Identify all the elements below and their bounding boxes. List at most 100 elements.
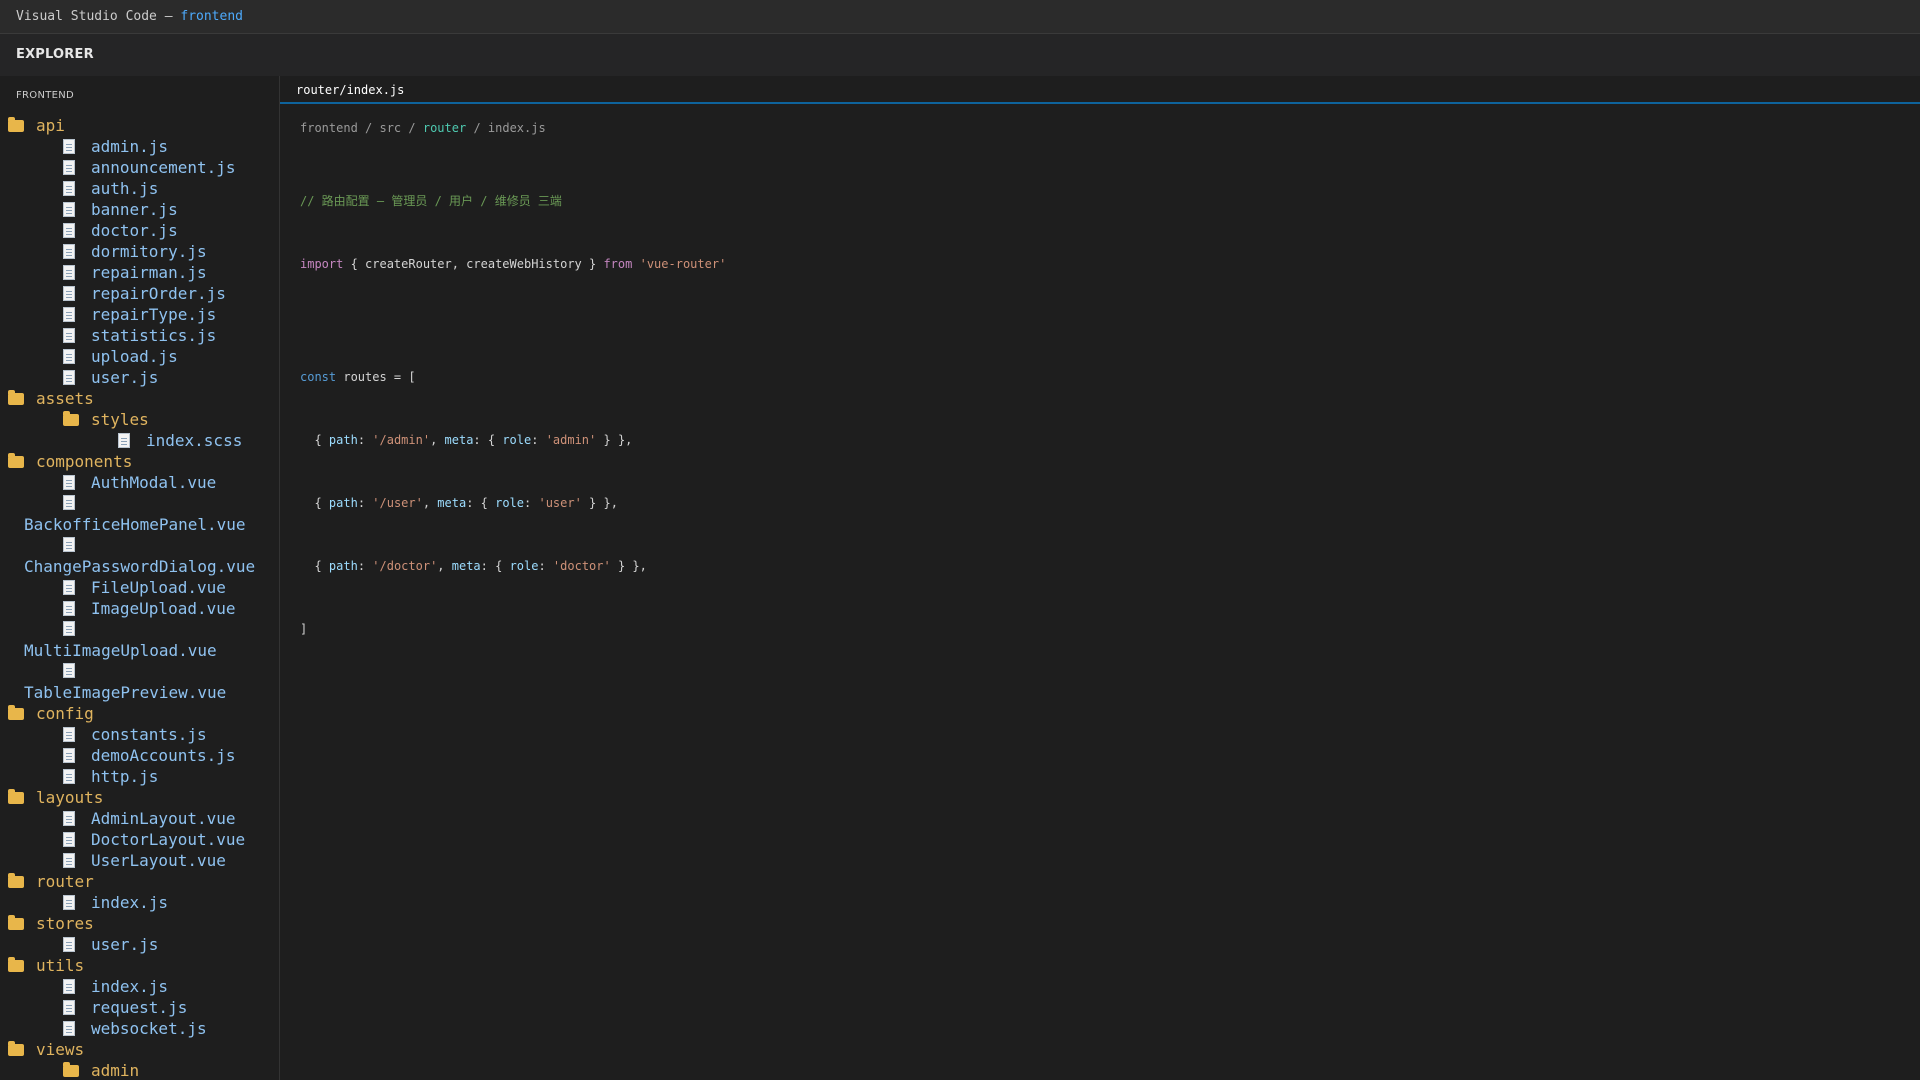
code-line-close: ]	[300, 622, 308, 636]
file-auth-js[interactable]: auth.js	[0, 178, 279, 199]
folder-admin[interactable]: admin	[0, 1060, 279, 1080]
folder-icon	[63, 1062, 91, 1080]
folder-views[interactable]: views	[0, 1039, 279, 1060]
code-line-const: const routes = [	[300, 370, 416, 384]
folder-icon	[8, 390, 36, 411]
file-user-js[interactable]: user.js	[0, 934, 279, 955]
file-icon	[63, 242, 91, 264]
tree-item-label: upload.js	[91, 347, 178, 366]
tree-item-label: utils	[36, 956, 85, 975]
folder-api[interactable]: api	[0, 115, 279, 136]
file-constants-js[interactable]: constants.js	[0, 724, 279, 745]
folder-router[interactable]: router	[0, 871, 279, 892]
file-statistics-js[interactable]: statistics.js	[0, 325, 279, 346]
explorer-header: EXPLORER	[0, 34, 1920, 76]
file-icon	[63, 221, 91, 243]
tree-item-label: http.js	[91, 767, 159, 786]
file-index-scss[interactable]: index.scss	[0, 430, 279, 451]
tree-item-label: banner.js	[91, 200, 178, 219]
folder-icon	[8, 453, 36, 474]
file-tableimagepreview-vue[interactable]: TableImagePreview.vue	[0, 661, 279, 703]
file-multiimageupload-vue[interactable]: MultiImageUpload.vue	[0, 619, 279, 661]
file-banner-js[interactable]: banner.js	[0, 199, 279, 220]
file-repairman-js[interactable]: repairman.js	[0, 262, 279, 283]
tree-item-label: router	[36, 872, 94, 891]
breadcrumb-frontend[interactable]: frontend	[300, 121, 358, 135]
file-icon	[63, 998, 91, 1020]
folder-icon	[8, 957, 36, 978]
code-line-comment: // 路由配置 — 管理员 / 用户 / 维修员 三端	[300, 194, 562, 208]
tree-item-label: api	[36, 116, 65, 135]
folder-styles[interactable]: styles	[0, 409, 279, 430]
file-doctor-js[interactable]: doctor.js	[0, 220, 279, 241]
file-icon	[63, 263, 91, 285]
tree-item-label: assets	[36, 389, 94, 408]
folder-layouts[interactable]: layouts	[0, 787, 279, 808]
tree-item-label: TableImagePreview.vue	[24, 683, 227, 702]
file-index-js[interactable]: index.js	[0, 976, 279, 997]
tree-item-label: config	[36, 704, 94, 723]
tree-item-label: statistics.js	[91, 326, 217, 345]
file-icon	[63, 830, 91, 852]
folder-stores[interactable]: stores	[0, 913, 279, 934]
tree-item-label: AdminLayout.vue	[91, 809, 236, 828]
file-user-js[interactable]: user.js	[0, 367, 279, 388]
file-icon	[63, 347, 91, 369]
tree-item-label: auth.js	[91, 179, 159, 198]
file-imageupload-vue[interactable]: ImageUpload.vue	[0, 598, 279, 619]
editor-tab-bar: router/index.js	[280, 76, 1920, 104]
tree-item-label: MultiImageUpload.vue	[24, 641, 217, 660]
file-websocket-js[interactable]: websocket.js	[0, 1018, 279, 1039]
editor-area: router/index.js frontend / src / router …	[280, 76, 1920, 1080]
file-demoaccounts-js[interactable]: demoAccounts.js	[0, 745, 279, 766]
file-request-js[interactable]: request.js	[0, 997, 279, 1018]
file-repairtype-js[interactable]: repairType.js	[0, 304, 279, 325]
file-icon	[63, 893, 91, 915]
explorer-section-frontend[interactable]: FRONTEND	[16, 90, 74, 101]
folder-assets[interactable]: assets	[0, 388, 279, 409]
code-line-route: { path: '/admin', meta: { role: 'admin' …	[300, 433, 633, 447]
tree-item-label: AuthModal.vue	[91, 473, 217, 492]
file-doctorlayout-vue[interactable]: DoctorLayout.vue	[0, 829, 279, 850]
explorer-sidebar: FRONTEND api admin.js announcement.js auth.…	[0, 76, 280, 1080]
file-icon	[63, 493, 91, 514]
file-repairorder-js[interactable]: repairOrder.js	[0, 283, 279, 304]
file-icon	[63, 619, 91, 640]
folder-config[interactable]: config	[0, 703, 279, 724]
folder-icon	[8, 705, 36, 726]
breadcrumb-src[interactable]: src	[379, 121, 401, 135]
file-icon	[118, 431, 146, 453]
file-backofficehomepanel-vue[interactable]: BackofficeHomePanel.vue	[0, 493, 279, 535]
tree-item-label: repairType.js	[91, 305, 217, 324]
tree-item-label: DoctorLayout.vue	[91, 830, 246, 849]
tree-item-label: repairman.js	[91, 263, 207, 282]
file-upload-js[interactable]: upload.js	[0, 346, 279, 367]
file-fileupload-vue[interactable]: FileUpload.vue	[0, 577, 279, 598]
tab-router-index-js[interactable]: router/index.js	[296, 76, 404, 104]
file-index-js[interactable]: index.js	[0, 892, 279, 913]
file-announcement-js[interactable]: announcement.js	[0, 157, 279, 178]
file-changepassworddialog-vue[interactable]: ChangePasswordDialog.vue	[0, 535, 279, 577]
folder-icon	[8, 1041, 36, 1062]
file-adminlayout-vue[interactable]: AdminLayout.vue	[0, 808, 279, 829]
folder-icon	[63, 411, 91, 432]
tree-item-label: BackofficeHomePanel.vue	[24, 515, 246, 534]
file-icon	[63, 599, 91, 621]
breadcrumb-index-js[interactable]: index.js	[488, 121, 546, 135]
window-title-prefix: Visual Studio Code —	[16, 9, 181, 24]
folder-utils[interactable]: utils	[0, 955, 279, 976]
tree-item-label: doctor.js	[91, 221, 178, 240]
file-icon	[63, 535, 91, 556]
file-admin-js[interactable]: admin.js	[0, 136, 279, 157]
file-dormitory-js[interactable]: dormitory.js	[0, 241, 279, 262]
breadcrumb-router[interactable]: router	[423, 121, 466, 135]
folder-components[interactable]: components	[0, 451, 279, 472]
tree-item-label: user.js	[91, 935, 159, 954]
tree-item-label: admin.js	[91, 137, 169, 156]
file-userlayout-vue[interactable]: UserLayout.vue	[0, 850, 279, 871]
file-icon	[63, 746, 91, 768]
folder-icon	[8, 873, 36, 894]
code-editor[interactable]: // 路由配置 — 管理员 / 用户 / 维修员 三端 import { cre…	[300, 149, 726, 682]
file-http-js[interactable]: http.js	[0, 766, 279, 787]
file-authmodal-vue[interactable]: AuthModal.vue	[0, 472, 279, 493]
